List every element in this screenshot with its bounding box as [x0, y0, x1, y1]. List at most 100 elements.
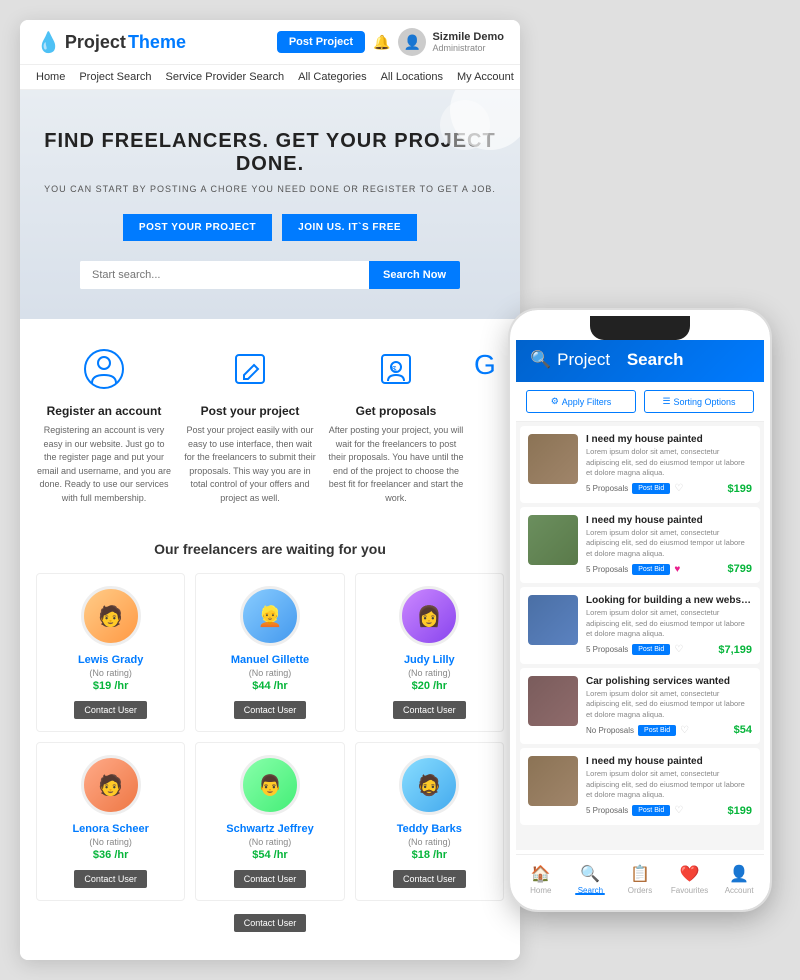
- contact-user-button[interactable]: Contact User: [234, 870, 307, 888]
- phone-overlay: 🔍 Project Search ⚙ Apply Filters ☰ Sorti…: [510, 310, 770, 910]
- freelancers-section: Our freelancers are waiting for you 🧑 Le…: [20, 521, 520, 960]
- contact-user-button[interactable]: Contact User: [234, 701, 307, 719]
- freelancer-name: Lewis Grady: [45, 654, 176, 666]
- favourite-icon[interactable]: ♡: [674, 483, 683, 494]
- freelancer-name: Teddy Barks: [364, 823, 495, 835]
- proposals-count: 5 Proposals: [586, 484, 628, 493]
- search-now-button[interactable]: Search Now: [369, 261, 460, 289]
- orders-icon: 📋: [630, 864, 650, 884]
- feature-proposals: $ Get proposals After posting your proje…: [328, 349, 464, 505]
- contact-user-button[interactable]: Contact User: [74, 701, 147, 719]
- phone-nav-orders[interactable]: 📋 Orders: [615, 864, 665, 895]
- contact-user-button[interactable]: Contact User: [74, 870, 147, 888]
- feature-partial: G: [474, 349, 504, 505]
- favourite-icon[interactable]: ♡: [674, 805, 683, 816]
- user-role: Administrator: [432, 43, 504, 53]
- post-project-hero-button[interactable]: POST YOUR PROJECT: [123, 214, 272, 241]
- listing-thumbnail: [528, 676, 578, 726]
- listing-item: I need my house painted Lorem ipsum dolo…: [520, 426, 760, 503]
- contact-user-button-extra[interactable]: Contact User: [234, 914, 307, 932]
- apply-filters-button[interactable]: ⚙ Apply Filters: [526, 390, 636, 413]
- features-section: Register an account Registering an accou…: [20, 319, 520, 521]
- logo: 💧 ProjectTheme: [36, 30, 186, 55]
- listing-desc: Lorem ipsum dolor sit amet, consectetur …: [586, 528, 752, 560]
- freelancer-rating: (No rating): [45, 668, 176, 678]
- active-indicator: [575, 893, 605, 895]
- header-right: Post Project 🔔 👤 Sizmile Demo Administra…: [277, 28, 504, 56]
- hero-section: FIND FREELANCERS. GET YOUR PROJECT DONE.…: [20, 90, 520, 319]
- phone-nav-home-label: Home: [530, 886, 551, 895]
- post-bid-button[interactable]: Post Bid: [632, 483, 670, 494]
- nav-categories[interactable]: All Categories: [298, 71, 366, 83]
- phone-nav-account[interactable]: 👤 Account: [714, 864, 764, 895]
- phone-search-icon: 🔍: [530, 350, 551, 370]
- sorting-options-button[interactable]: ☰ Sorting Options: [644, 390, 754, 413]
- proposals-count: 5 Proposals: [586, 806, 628, 815]
- join-button[interactable]: JOIN US. IT`S FREE: [282, 214, 417, 241]
- bell-icon[interactable]: 🔔: [373, 34, 390, 51]
- phone-listings: I need my house painted Lorem ipsum dolo…: [516, 422, 764, 850]
- phone-nav-favourites-label: Favourites: [671, 886, 708, 895]
- content-area: 💧 ProjectTheme Post Project 🔔 👤 Sizmile …: [10, 20, 790, 960]
- listing-price: $7,199: [718, 644, 752, 656]
- contact-user-button[interactable]: Contact User: [393, 701, 466, 719]
- phone-header-title: 🔍 Project Search: [530, 350, 750, 370]
- freelancer-rating: (No rating): [364, 837, 495, 847]
- nav-service-provider[interactable]: Service Provider Search: [166, 71, 285, 83]
- nav-home[interactable]: Home: [36, 71, 65, 83]
- listing-content: I need my house painted Lorem ipsum dolo…: [586, 515, 752, 576]
- svg-text:$: $: [392, 365, 397, 374]
- avatar: 🧔: [399, 755, 459, 815]
- contact-user-button[interactable]: Contact User: [393, 870, 466, 888]
- listing-desc: Lorem ipsum dolor sit amet, consectetur …: [586, 769, 752, 801]
- phone-nav-home[interactable]: 🏠 Home: [516, 864, 566, 895]
- search-icon: 🔍: [580, 864, 600, 884]
- favourite-icon[interactable]: ♡: [680, 725, 689, 736]
- nav-account[interactable]: My Account: [457, 71, 514, 83]
- logo-icon: 💧: [36, 30, 61, 55]
- feature-register-title: Register an account: [36, 404, 172, 418]
- phone-nav-favourites[interactable]: ❤️ Favourites: [665, 864, 715, 895]
- listing-thumbnail: [528, 756, 578, 806]
- listing-desc: Lorem ipsum dolor sit amet, consectetur …: [586, 689, 752, 721]
- hero-buttons: POST YOUR PROJECT JOIN US. IT`S FREE: [40, 214, 500, 241]
- user-info: 👤 Sizmile Demo Administrator: [398, 28, 504, 56]
- listing-content: Car polishing services wanted Lorem ipsu…: [586, 676, 752, 737]
- freelancer-rating: (No rating): [364, 668, 495, 678]
- listing-content: I need my house painted Lorem ipsum dolo…: [586, 756, 752, 817]
- register-icon: [36, 349, 172, 396]
- freelancer-rate: $54 /hr: [204, 849, 335, 861]
- freelancer-rate: $19 /hr: [45, 680, 176, 692]
- listing-title: I need my house painted: [586, 756, 752, 767]
- nav-project-search[interactable]: Project Search: [79, 71, 151, 83]
- listing-content: I need my house painted Lorem ipsum dolo…: [586, 434, 752, 495]
- listing-desc: Lorem ipsum dolor sit amet, consectetur …: [586, 447, 752, 479]
- favourites-icon: ❤️: [680, 864, 700, 884]
- sort-icon: ☰: [662, 396, 670, 407]
- listing-title: I need my house painted: [586, 434, 752, 445]
- listing-thumbnail: [528, 595, 578, 645]
- post-bid-button[interactable]: Post Bid: [632, 564, 670, 575]
- feature-register-desc: Registering an account is very easy in o…: [36, 424, 172, 505]
- phone-nav-search[interactable]: 🔍 Search: [566, 864, 616, 895]
- nav-locations[interactable]: All Locations: [381, 71, 443, 83]
- phone-notch: [590, 316, 690, 340]
- filter-icon: ⚙: [551, 396, 559, 407]
- listing-price: $199: [728, 805, 752, 817]
- favourite-icon[interactable]: ♡: [674, 644, 683, 655]
- post-bid-button[interactable]: Post Bid: [632, 644, 670, 655]
- listing-price: $799: [728, 563, 752, 575]
- avatar: 👩: [399, 586, 459, 646]
- page-wrapper: 💧 ProjectTheme Post Project 🔔 👤 Sizmile …: [0, 0, 800, 980]
- listing-desc: Lorem ipsum dolor sit amet, consectetur …: [586, 608, 752, 640]
- listing-title: I need my house painted: [586, 515, 752, 526]
- favourite-icon[interactable]: ♥: [674, 564, 680, 575]
- feature-post-desc: Post your project easily with our easy t…: [182, 424, 318, 505]
- listing-footer: 5 Proposals Post Bid ♡ $7,199: [586, 644, 752, 656]
- post-bid-button[interactable]: Post Bid: [638, 725, 676, 736]
- avatar: 👨: [240, 755, 300, 815]
- search-input[interactable]: [80, 261, 369, 289]
- main-website-card: 💧 ProjectTheme Post Project 🔔 👤 Sizmile …: [20, 20, 520, 960]
- post-project-button[interactable]: Post Project: [277, 31, 365, 53]
- post-bid-button[interactable]: Post Bid: [632, 805, 670, 816]
